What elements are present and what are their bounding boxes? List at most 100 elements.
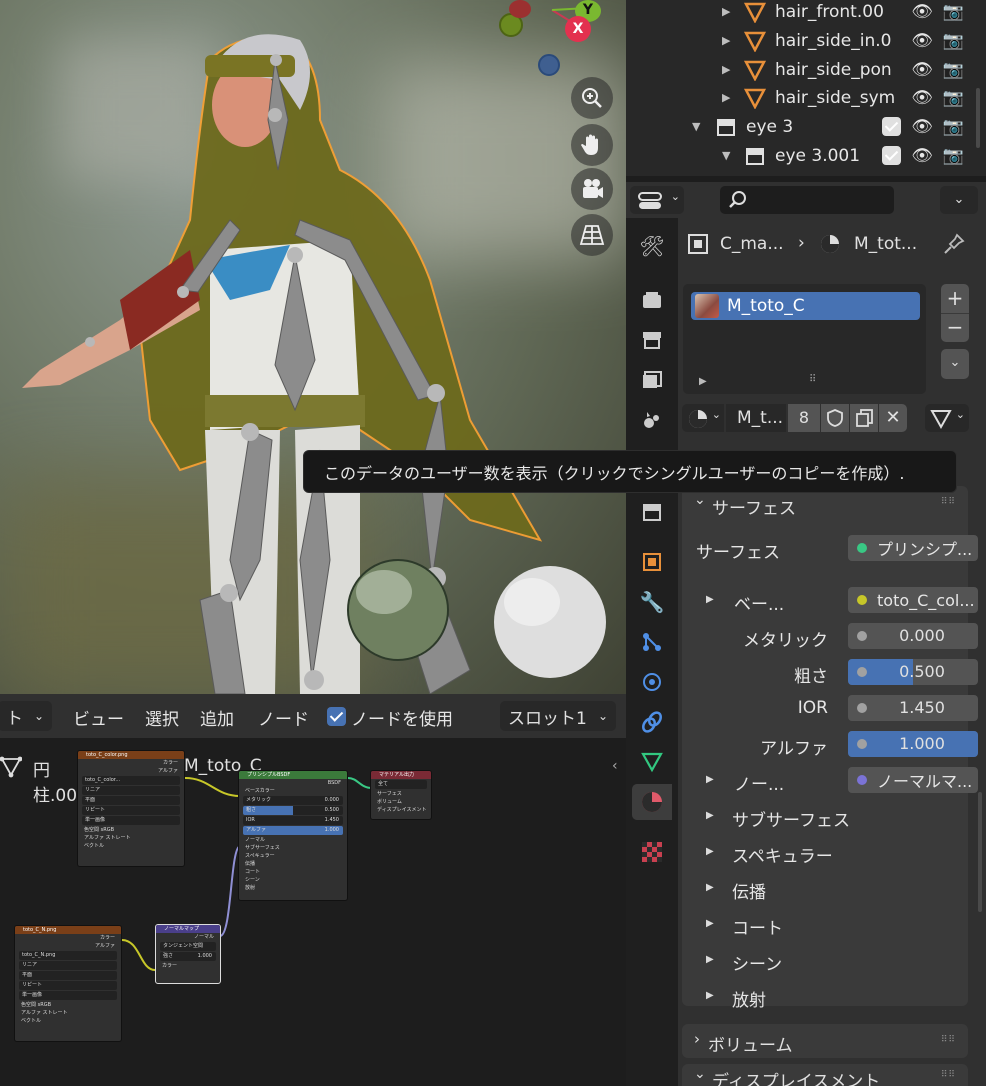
alpha-value[interactable]: ストレート bbox=[43, 1010, 68, 1016]
sub-emission[interactable]: 放射 bbox=[239, 884, 347, 892]
interpolation-dropdown[interactable]: リニア bbox=[82, 786, 180, 795]
roughness-field[interactable]: 粗さ 0.500 bbox=[243, 806, 343, 815]
subpanel-specular[interactable]: スペキュラー bbox=[732, 842, 833, 867]
expand-icon[interactable]: ▶ bbox=[699, 376, 707, 387]
drag-grip-icon[interactable]: ⠿⠿ bbox=[941, 1070, 956, 1080]
sub-subsurface[interactable]: サブサーフェス bbox=[239, 844, 347, 852]
material-slot-item[interactable]: M_toto_C bbox=[691, 292, 920, 320]
expand-icon[interactable]: ▶ bbox=[722, 91, 730, 104]
editor-mode-dropdown[interactable]: ト ⌄ bbox=[0, 701, 52, 731]
displacement-panel[interactable]: ⌄ ディスプレイスメント ⠿⠿ bbox=[682, 1064, 968, 1086]
tab-physics[interactable] bbox=[632, 664, 672, 700]
slot-specials-menu[interactable]: ⌄ bbox=[941, 349, 969, 379]
fake-user-button[interactable] bbox=[821, 404, 849, 432]
pin-icon[interactable] bbox=[942, 232, 966, 256]
interpolation-dropdown[interactable]: リニア bbox=[19, 961, 117, 970]
outliner-row[interactable]: ▼ eye 3 👁 📷 bbox=[626, 112, 986, 141]
alpha-value[interactable]: ストレート bbox=[106, 835, 131, 841]
properties-scrollbar[interactable] bbox=[978, 792, 982, 912]
browse-material-button[interactable]: ⌄ bbox=[682, 404, 724, 432]
tab-scene[interactable] bbox=[632, 402, 672, 438]
expand-icon[interactable]: ▶ bbox=[706, 990, 714, 1001]
extension-dropdown[interactable]: リピート bbox=[19, 981, 117, 990]
roughness-slider[interactable]: 0.500 bbox=[848, 659, 978, 685]
outliner-row[interactable]: ▶ hair_side_in.0 👁 📷 bbox=[626, 26, 986, 55]
eye-icon[interactable]: 👁 bbox=[911, 31, 933, 51]
subpanel-coat[interactable]: コート bbox=[732, 914, 783, 939]
camera-icon[interactable]: 📷 bbox=[943, 2, 964, 22]
metallic-slider[interactable]: 0.000 bbox=[848, 623, 978, 649]
source-dropdown[interactable]: 単一画像 bbox=[82, 816, 180, 825]
normal-map-node[interactable]: ノーマルマップ ノーマル タンジェント空間 強さ 1.000 カラー bbox=[155, 924, 221, 984]
3d-viewport[interactable]: Y X bbox=[0, 0, 626, 694]
material-output-node[interactable]: マテリアル出力 全て サーフェス ボリューム ディスプレイスメント bbox=[370, 770, 432, 820]
expand-icon[interactable]: ▶ bbox=[706, 882, 714, 893]
expand-icon[interactable]: ▶ bbox=[706, 810, 714, 821]
ior-field[interactable]: IOR 1.450 bbox=[243, 816, 343, 825]
alpha-slider[interactable]: 1.000 bbox=[848, 731, 978, 757]
eye-icon[interactable]: 👁 bbox=[911, 2, 933, 22]
eye-icon[interactable]: 👁 bbox=[911, 60, 933, 80]
surface-shader-field[interactable]: プリンシプ... bbox=[848, 535, 978, 561]
eye-icon[interactable]: 👁 bbox=[911, 88, 933, 108]
collapse-icon[interactable]: ▼ bbox=[722, 149, 730, 162]
zoom-button[interactable] bbox=[571, 77, 613, 119]
tab-particles[interactable] bbox=[632, 624, 672, 660]
pan-button[interactable] bbox=[571, 124, 613, 166]
menu-select[interactable]: 選択 bbox=[145, 705, 179, 730]
unlink-material-button[interactable]: ✕ bbox=[879, 404, 907, 432]
remove-slot-button[interactable]: − bbox=[941, 313, 969, 342]
outliner-scrollbar[interactable] bbox=[976, 88, 980, 148]
user-count-button[interactable]: 8 bbox=[788, 404, 820, 432]
use-nodes-checkbox[interactable] bbox=[327, 706, 346, 726]
include-checkbox[interactable] bbox=[882, 117, 902, 136]
image-selector[interactable]: toto_C_color... bbox=[82, 776, 180, 785]
include-checkbox[interactable] bbox=[882, 146, 902, 165]
slot-dropdown[interactable]: スロット1 ⌄ bbox=[500, 701, 616, 731]
camera-icon[interactable]: 📷 bbox=[943, 60, 964, 80]
properties-editor[interactable]: ⌄ ⌄ 🛠 🔧 C_ma... › M_tot... M_toto_C ▶ ⠿ … bbox=[626, 182, 986, 1086]
collapse-icon[interactable]: ▼ bbox=[692, 120, 700, 133]
eye-icon[interactable]: 👁 bbox=[911, 146, 933, 166]
subpanel-emission[interactable]: 放射 bbox=[732, 986, 766, 1011]
target-dropdown[interactable]: 全て bbox=[375, 780, 427, 789]
link-type-dropdown[interactable]: ⌄ bbox=[925, 404, 969, 432]
drag-grip-icon[interactable]: ⠿⠿ bbox=[941, 1035, 956, 1045]
expand-icon[interactable]: ▶ bbox=[706, 918, 714, 929]
image-texture-node-color[interactable]: toto_C_color.png カラー アルファ toto_C_color..… bbox=[77, 750, 185, 867]
chevron-down-icon[interactable]: ⌄ bbox=[694, 492, 706, 508]
outliner-row[interactable]: ▶ hair_side_sym 👁 📷 bbox=[626, 83, 986, 112]
colorspace-value[interactable]: sRGB bbox=[38, 1002, 51, 1008]
material-name-field[interactable]: M_t... bbox=[726, 404, 786, 432]
camera-icon[interactable]: 📷 bbox=[943, 88, 964, 108]
subpanel-transmission[interactable]: 伝播 bbox=[732, 878, 766, 903]
source-dropdown[interactable]: 単一画像 bbox=[19, 991, 117, 1000]
tab-tool[interactable]: 🛠 bbox=[632, 228, 672, 264]
duplicate-material-button[interactable] bbox=[850, 404, 878, 432]
tab-data[interactable] bbox=[632, 744, 672, 780]
extension-dropdown[interactable]: リピート bbox=[82, 806, 180, 815]
principled-bsdf-node[interactable]: プリンシプルBSDF BSDF ベースカラー メタリック 0.000 粗さ 0.50… bbox=[238, 770, 348, 901]
tab-constraints[interactable] bbox=[632, 704, 672, 740]
outliner-row[interactable]: ▶ hair_side_pon 👁 📷 bbox=[626, 55, 986, 84]
tab-texture[interactable] bbox=[632, 834, 672, 870]
space-dropdown[interactable]: タンジェント空間 bbox=[160, 942, 216, 951]
surface-panel-title[interactable]: サーフェス bbox=[712, 494, 796, 519]
tab-modifiers[interactable]: 🔧 bbox=[632, 584, 672, 620]
menu-view[interactable]: ビュー bbox=[73, 705, 124, 730]
strength-field[interactable]: 強さ 1.000 bbox=[160, 952, 216, 961]
sub-specular[interactable]: スペキュラー bbox=[239, 852, 347, 860]
sub-sheen[interactable]: シーン bbox=[239, 876, 347, 884]
options-dropdown[interactable]: ⌄ bbox=[940, 186, 978, 214]
tab-material[interactable] bbox=[632, 784, 672, 820]
image-selector[interactable]: toto_C_N.png bbox=[19, 951, 117, 960]
outliner[interactable]: ▶ hair_front.00 👁 📷 ▶ hair_side_in.0 👁 📷 ▶… bbox=[626, 0, 986, 176]
normal-field[interactable]: ノーマルマ... bbox=[848, 767, 978, 793]
tab-output[interactable] bbox=[632, 322, 672, 358]
character-model[interactable] bbox=[0, 0, 626, 694]
camera-button[interactable] bbox=[571, 168, 613, 210]
property-search-input[interactable] bbox=[720, 186, 894, 214]
image-texture-node-normal[interactable]: toto_C_N.png カラー アルファ toto_C_N.png リニア 平… bbox=[14, 925, 122, 1042]
expand-icon[interactable]: ▶ bbox=[722, 34, 730, 47]
outliner-row[interactable]: ▶ hair_front.00 👁 📷 bbox=[626, 0, 986, 26]
